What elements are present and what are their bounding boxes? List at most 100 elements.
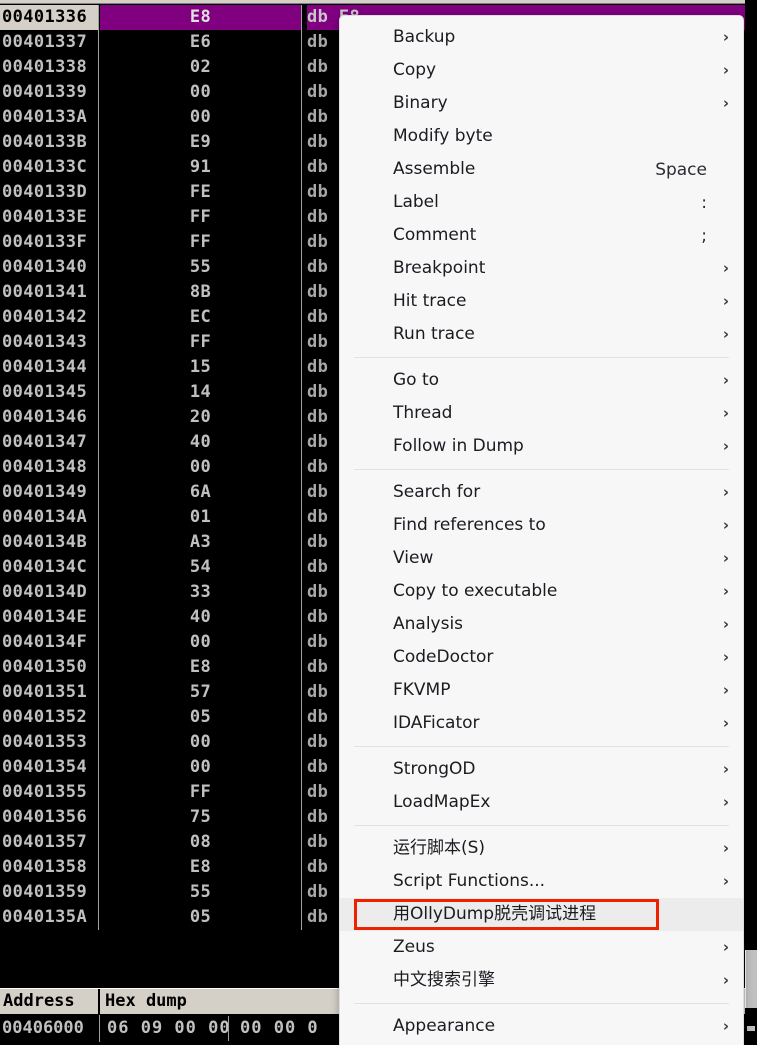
menu-item-label: LoadMapEx <box>393 792 491 812</box>
disassembly-address: 0040134F <box>0 630 99 655</box>
menu-item-shortcut: : <box>701 192 707 213</box>
vertical-scrollbar-track[interactable] <box>745 950 757 1008</box>
disassembly-bytes: 00 <box>100 730 302 755</box>
menu-item[interactable]: Copy › <box>340 54 743 87</box>
chevron-right-icon: › <box>722 648 729 666</box>
disassembly-address: 00401351 <box>0 680 99 705</box>
menu-item[interactable]: 运行脚本(S) › <box>340 832 743 865</box>
disassembly-bytes: 15 <box>100 355 302 380</box>
menu-item-label: StrongOD <box>393 759 476 779</box>
disassembly-address: 0040133B <box>0 130 99 155</box>
menu-item[interactable]: FKVMP › <box>340 674 743 707</box>
scrollbar-nub-icon[interactable] <box>747 1026 755 1031</box>
disassembly-address: 0040134B <box>0 530 99 555</box>
menu-item-label: CodeDoctor <box>393 647 494 667</box>
menu-item[interactable]: Assemble Space <box>340 153 743 186</box>
chevron-right-icon: › <box>722 872 729 890</box>
menu-item[interactable]: Go to › <box>340 364 743 397</box>
disassembly-bytes: 8B <box>100 280 302 305</box>
disassembly-bytes: 02 <box>100 55 302 80</box>
menu-item[interactable]: Analysis › <box>340 608 743 641</box>
pane-top-divider <box>0 0 745 4</box>
menu-item[interactable]: Search for › <box>340 476 743 509</box>
menu-item[interactable]: Copy to executable › <box>340 575 743 608</box>
disassembly-address: 00401338 <box>0 55 99 80</box>
menu-item[interactable]: View › <box>340 542 743 575</box>
menu-item-label: Thread <box>393 403 453 423</box>
chevron-right-icon: › <box>722 259 729 277</box>
menu-item[interactable]: IDAFicator › <box>340 707 743 740</box>
menu-item[interactable]: Breakpoint › <box>340 252 743 285</box>
disassembly-bytes: 05 <box>100 905 302 930</box>
disassembly-address: 00401354 <box>0 755 99 780</box>
menu-item-label: Copy to executable <box>393 581 558 601</box>
menu-item-label: Zeus <box>393 937 435 957</box>
disassembly-bytes: 00 <box>100 80 302 105</box>
menu-item[interactable]: Thread › <box>340 397 743 430</box>
menu-item[interactable]: Modify byte <box>340 120 743 153</box>
disassembly-bytes: 00 <box>100 630 302 655</box>
chevron-right-icon: › <box>722 681 729 699</box>
menu-item[interactable]: StrongOD › <box>340 753 743 786</box>
menu-item[interactable]: Hit trace › <box>340 285 743 318</box>
disassembly-bytes: FF <box>100 230 302 255</box>
disassembly-address: 00401347 <box>0 430 99 455</box>
disassembly-bytes: E9 <box>100 130 302 155</box>
menu-item[interactable]: Follow in Dump › <box>340 430 743 463</box>
disassembly-bytes: FF <box>100 780 302 805</box>
disassembly-bytes: 91 <box>100 155 302 180</box>
menu-item-label: Appearance <box>393 1016 496 1036</box>
chevron-right-icon: › <box>722 437 729 455</box>
menu-separator <box>354 469 729 470</box>
disassembly-bytes: 55 <box>100 255 302 280</box>
menu-item-label: Assemble <box>393 159 476 179</box>
menu-item[interactable]: Find references to › <box>340 509 743 542</box>
disassembly-address: 00401357 <box>0 830 99 855</box>
menu-separator <box>354 746 729 747</box>
disassembly-address: 0040133C <box>0 155 99 180</box>
menu-item-label: Comment <box>393 225 477 245</box>
olly-debugger-window: 00401336 E8 db E8 00401337 E6 db 00401338 02 db 0… <box>0 0 757 1045</box>
disassembly-bytes: 20 <box>100 405 302 430</box>
disassembly-bytes: EC <box>100 305 302 330</box>
chevron-right-icon: › <box>722 615 729 633</box>
disassembly-bytes: 00 <box>100 105 302 130</box>
disassembly-address: 00401348 <box>0 455 99 480</box>
disassembly-address: 0040134C <box>0 555 99 580</box>
chevron-right-icon: › <box>722 371 729 389</box>
menu-item-label: Find references to <box>393 515 546 535</box>
disassembly-bytes: E8 <box>100 655 302 680</box>
disassembly-address: 0040133F <box>0 230 99 255</box>
menu-item-label: Analysis <box>393 614 464 634</box>
right-scroll-strip <box>745 0 757 1045</box>
menu-item[interactable]: Label: <box>340 186 743 219</box>
disassembly-bytes: 57 <box>100 680 302 705</box>
menu-item[interactable]: Binary › <box>340 87 743 120</box>
menu-item-label: Search for <box>393 482 481 502</box>
disassembly-address: 00401340 <box>0 255 99 280</box>
menu-item[interactable]: Zeus › <box>340 931 743 964</box>
menu-item-label: 运行脚本(S) <box>393 838 486 858</box>
menu-item[interactable]: Script Functions... › <box>340 865 743 898</box>
menu-item[interactable]: Comment; <box>340 219 743 252</box>
menu-item[interactable]: Run trace › <box>340 318 743 351</box>
menu-item[interactable]: LoadMapEx › <box>340 786 743 819</box>
menu-item[interactable]: Backup › <box>340 21 743 54</box>
column-header-address[interactable]: Address <box>0 989 100 1014</box>
chevron-right-icon: › <box>722 793 729 811</box>
menu-item-label: 用OllyDump脱壳调试进程 <box>393 904 597 924</box>
disassembly-address: 00401339 <box>0 80 99 105</box>
disassembly-address: 0040134D <box>0 580 99 605</box>
chevron-right-icon: › <box>722 404 729 422</box>
menu-item[interactable]: 中文搜索引擎 › <box>340 964 743 997</box>
disassembly-address: 00401343 <box>0 330 99 355</box>
disassembly-address: 00401341 <box>0 280 99 305</box>
disassembly-address: 00401336 <box>0 5 99 30</box>
menu-item[interactable]: CodeDoctor › <box>340 641 743 674</box>
chevron-right-icon: › <box>722 760 729 778</box>
menu-item[interactable]: 用OllyDump脱壳调试进程 <box>340 898 743 931</box>
menu-item-label: IDAFicator <box>393 713 480 733</box>
disassembly-bytes: FF <box>100 330 302 355</box>
context-menu[interactable]: Backup › Copy › Binary › Modify byte Assemble Sp… <box>339 15 744 1045</box>
menu-item[interactable]: Appearance › <box>340 1010 743 1043</box>
